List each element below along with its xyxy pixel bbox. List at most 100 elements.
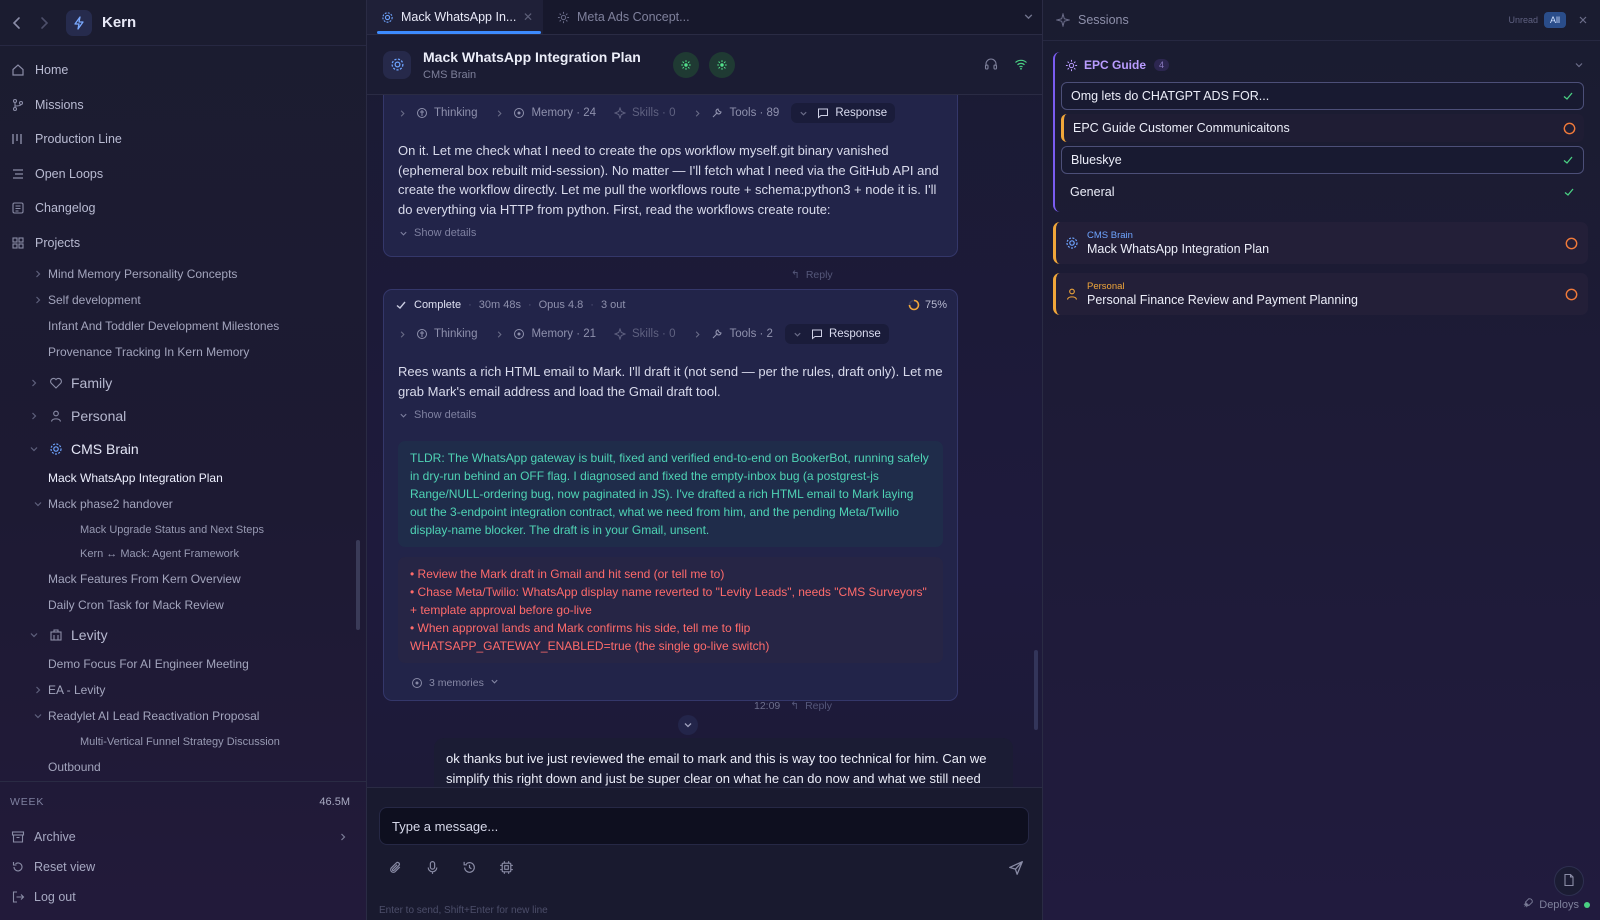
tree-group-cms-brain[interactable]: CMS Brain [0,432,366,465]
response-toggle[interactable]: Response [784,324,889,344]
response-toggle[interactable]: Response [791,103,896,123]
reply-button[interactable]: ↰ Reply [791,269,833,281]
session-item[interactable]: EPC Guide Customer Communicaitons [1061,114,1584,142]
memories-chip[interactable]: 3 memories [405,673,508,693]
filter-unread[interactable]: Unread [1508,15,1538,25]
reply-icon: ↰ [791,269,800,281]
session-item[interactable]: General [1061,178,1584,206]
nav-home[interactable]: Home [0,53,366,88]
chevron-down-icon[interactable] [33,499,43,509]
tree-item-multi-vertical[interactable]: Multi-Vertical Funnel Strategy Discussio… [0,729,366,754]
tab-mack-whatsapp[interactable]: Mack WhatsApp In... ✕ [367,0,543,34]
nav-changelog[interactable]: Changelog [0,191,366,226]
reply-icon[interactable]: ↰ [790,700,799,712]
tree-item-ea-levity[interactable]: EA - Levity [0,677,366,703]
chevron-right-icon [398,109,407,118]
microphone-icon[interactable] [425,860,440,875]
document-icon [1562,873,1576,890]
tree-group-family[interactable]: Family [0,366,366,399]
action-item: • Chase Meta/Twilio: WhatsApp display na… [410,585,927,617]
chevron-right-icon[interactable] [33,685,43,695]
session-count-badge: 4 [1154,59,1170,71]
skills-toggle[interactable]: Skills · 0 [614,328,675,340]
tree-group-personal[interactable]: Personal [0,399,366,432]
skills-label: Skills · 0 [632,107,676,119]
chevron-right-icon[interactable] [29,378,39,388]
nav-open-loops[interactable]: Open Loops [0,157,366,192]
session-card-cms-brain[interactable]: CMS Brain Mack WhatsApp Integration Plan [1053,222,1588,264]
chip-icon[interactable] [499,860,514,875]
tree-item-infant[interactable]: Infant And Toddler Development Milestone… [0,313,366,339]
tree-item-daily-cron[interactable]: Daily Cron Task for Mack Review [0,592,366,618]
message-input[interactable]: Type a message... [379,807,1029,845]
nav-projects[interactable]: Projects [0,226,366,261]
archive-button[interactable]: Archive [0,822,366,852]
separator-dot: · [590,299,594,311]
show-details-button[interactable]: Show details [384,409,957,421]
tree-item-outbound[interactable]: Outbound [0,754,366,780]
skills-toggle[interactable]: Skills · 0 [614,107,675,119]
tree-item-self-development[interactable]: Self development [0,287,366,313]
memory-label: Memory · 24 [531,107,597,119]
chat-panel: Mack WhatsApp In... ✕ Meta Ads Concept..… [367,0,1043,920]
send-icon[interactable] [1008,860,1024,876]
tree-group-levity[interactable]: Levity [0,618,366,651]
tree-item-provenance[interactable]: Provenance Tracking In Kern Memory [0,339,366,365]
forward-arrow-icon[interactable] [37,16,51,30]
session-group-header[interactable]: EPC Guide 4 [1061,52,1588,78]
chevron-right-icon[interactable] [29,411,39,421]
notes-button[interactable] [1554,866,1584,896]
thinking-toggle[interactable]: Thinking [398,107,477,119]
chevron-right-icon[interactable] [33,269,43,279]
tab-meta-ads[interactable]: Meta Ads Concept... [543,0,719,34]
tree-item-mack-plan[interactable]: Mack WhatsApp Integration Plan [0,465,366,491]
tree-item-readylet[interactable]: Readylet AI Lead Reactivation Proposal [0,703,366,729]
paperclip-icon[interactable] [388,860,403,875]
tab-overflow-button[interactable] [1014,0,1042,34]
headphones-icon[interactable] [984,57,998,74]
tools-toggle[interactable]: Tools · 2 [693,328,773,340]
grid-icon [11,236,25,250]
nav-production-line[interactable]: Production Line [0,122,366,157]
sidebar-scrollbar[interactable] [356,540,360,630]
chevron-down-icon[interactable] [33,711,43,721]
agent-active-icon[interactable] [672,51,699,78]
nav-missions[interactable]: Missions [0,88,366,123]
reset-view-button[interactable]: Reset view [0,852,366,882]
filter-all[interactable]: All [1543,12,1566,28]
chevron-down-icon [1023,10,1034,25]
branch-icon [11,98,25,112]
session-card-personal[interactable]: Personal Personal Finance Review and Pay… [1053,273,1588,315]
chevron-down-icon[interactable] [29,630,39,640]
session-item[interactable]: Blueskye [1061,146,1584,174]
tree-item-mack-features[interactable]: Mack Features From Kern Overview [0,566,366,592]
wifi-icon[interactable] [1014,57,1028,74]
chat-scrollbar[interactable] [1034,650,1038,730]
back-arrow-icon[interactable] [10,16,24,30]
tree-item-kern-mack[interactable]: Kern ↔ Mack: Agent Framework [0,542,366,566]
history-icon[interactable] [462,860,477,875]
memory-toggle[interactable]: Memory · 21 [495,328,596,340]
tree-item-mack-phase2[interactable]: Mack phase2 handover [0,491,366,517]
tree-item-demo-focus[interactable]: Demo Focus For AI Engineer Meeting [0,651,366,677]
memory-toggle[interactable]: Memory · 24 [495,107,596,119]
scroll-to-bottom-button[interactable] [678,715,698,735]
agent-active-icon[interactable] [708,51,735,78]
chevron-down-icon[interactable] [1574,60,1584,70]
log-out-button[interactable]: Log out [0,882,366,912]
tools-toggle[interactable]: Tools · 89 [693,107,779,119]
reply-label[interactable]: Reply [805,700,832,712]
close-icon[interactable]: ✕ [523,10,533,24]
tree-label: Mack Features From Kern Overview [48,572,241,586]
tree-item-mind-memory[interactable]: Mind Memory Personality Concepts [0,261,366,287]
chevron-right-icon[interactable] [33,295,43,305]
session-label: Omg lets do CHATGPT ADS FOR... [1071,89,1270,103]
session-item[interactable]: Omg lets do CHATGPT ADS FOR... [1061,82,1584,110]
chevron-down-icon [799,109,808,118]
deploys-status[interactable]: Deploys [1522,897,1590,912]
thinking-toggle[interactable]: Thinking [398,328,477,340]
show-details-button[interactable]: Show details [384,227,957,239]
tree-item-mack-upgrade[interactable]: Mack Upgrade Status and Next Steps [0,517,366,542]
chevron-down-icon[interactable] [29,444,39,454]
collapse-icon[interactable] [1578,15,1588,25]
